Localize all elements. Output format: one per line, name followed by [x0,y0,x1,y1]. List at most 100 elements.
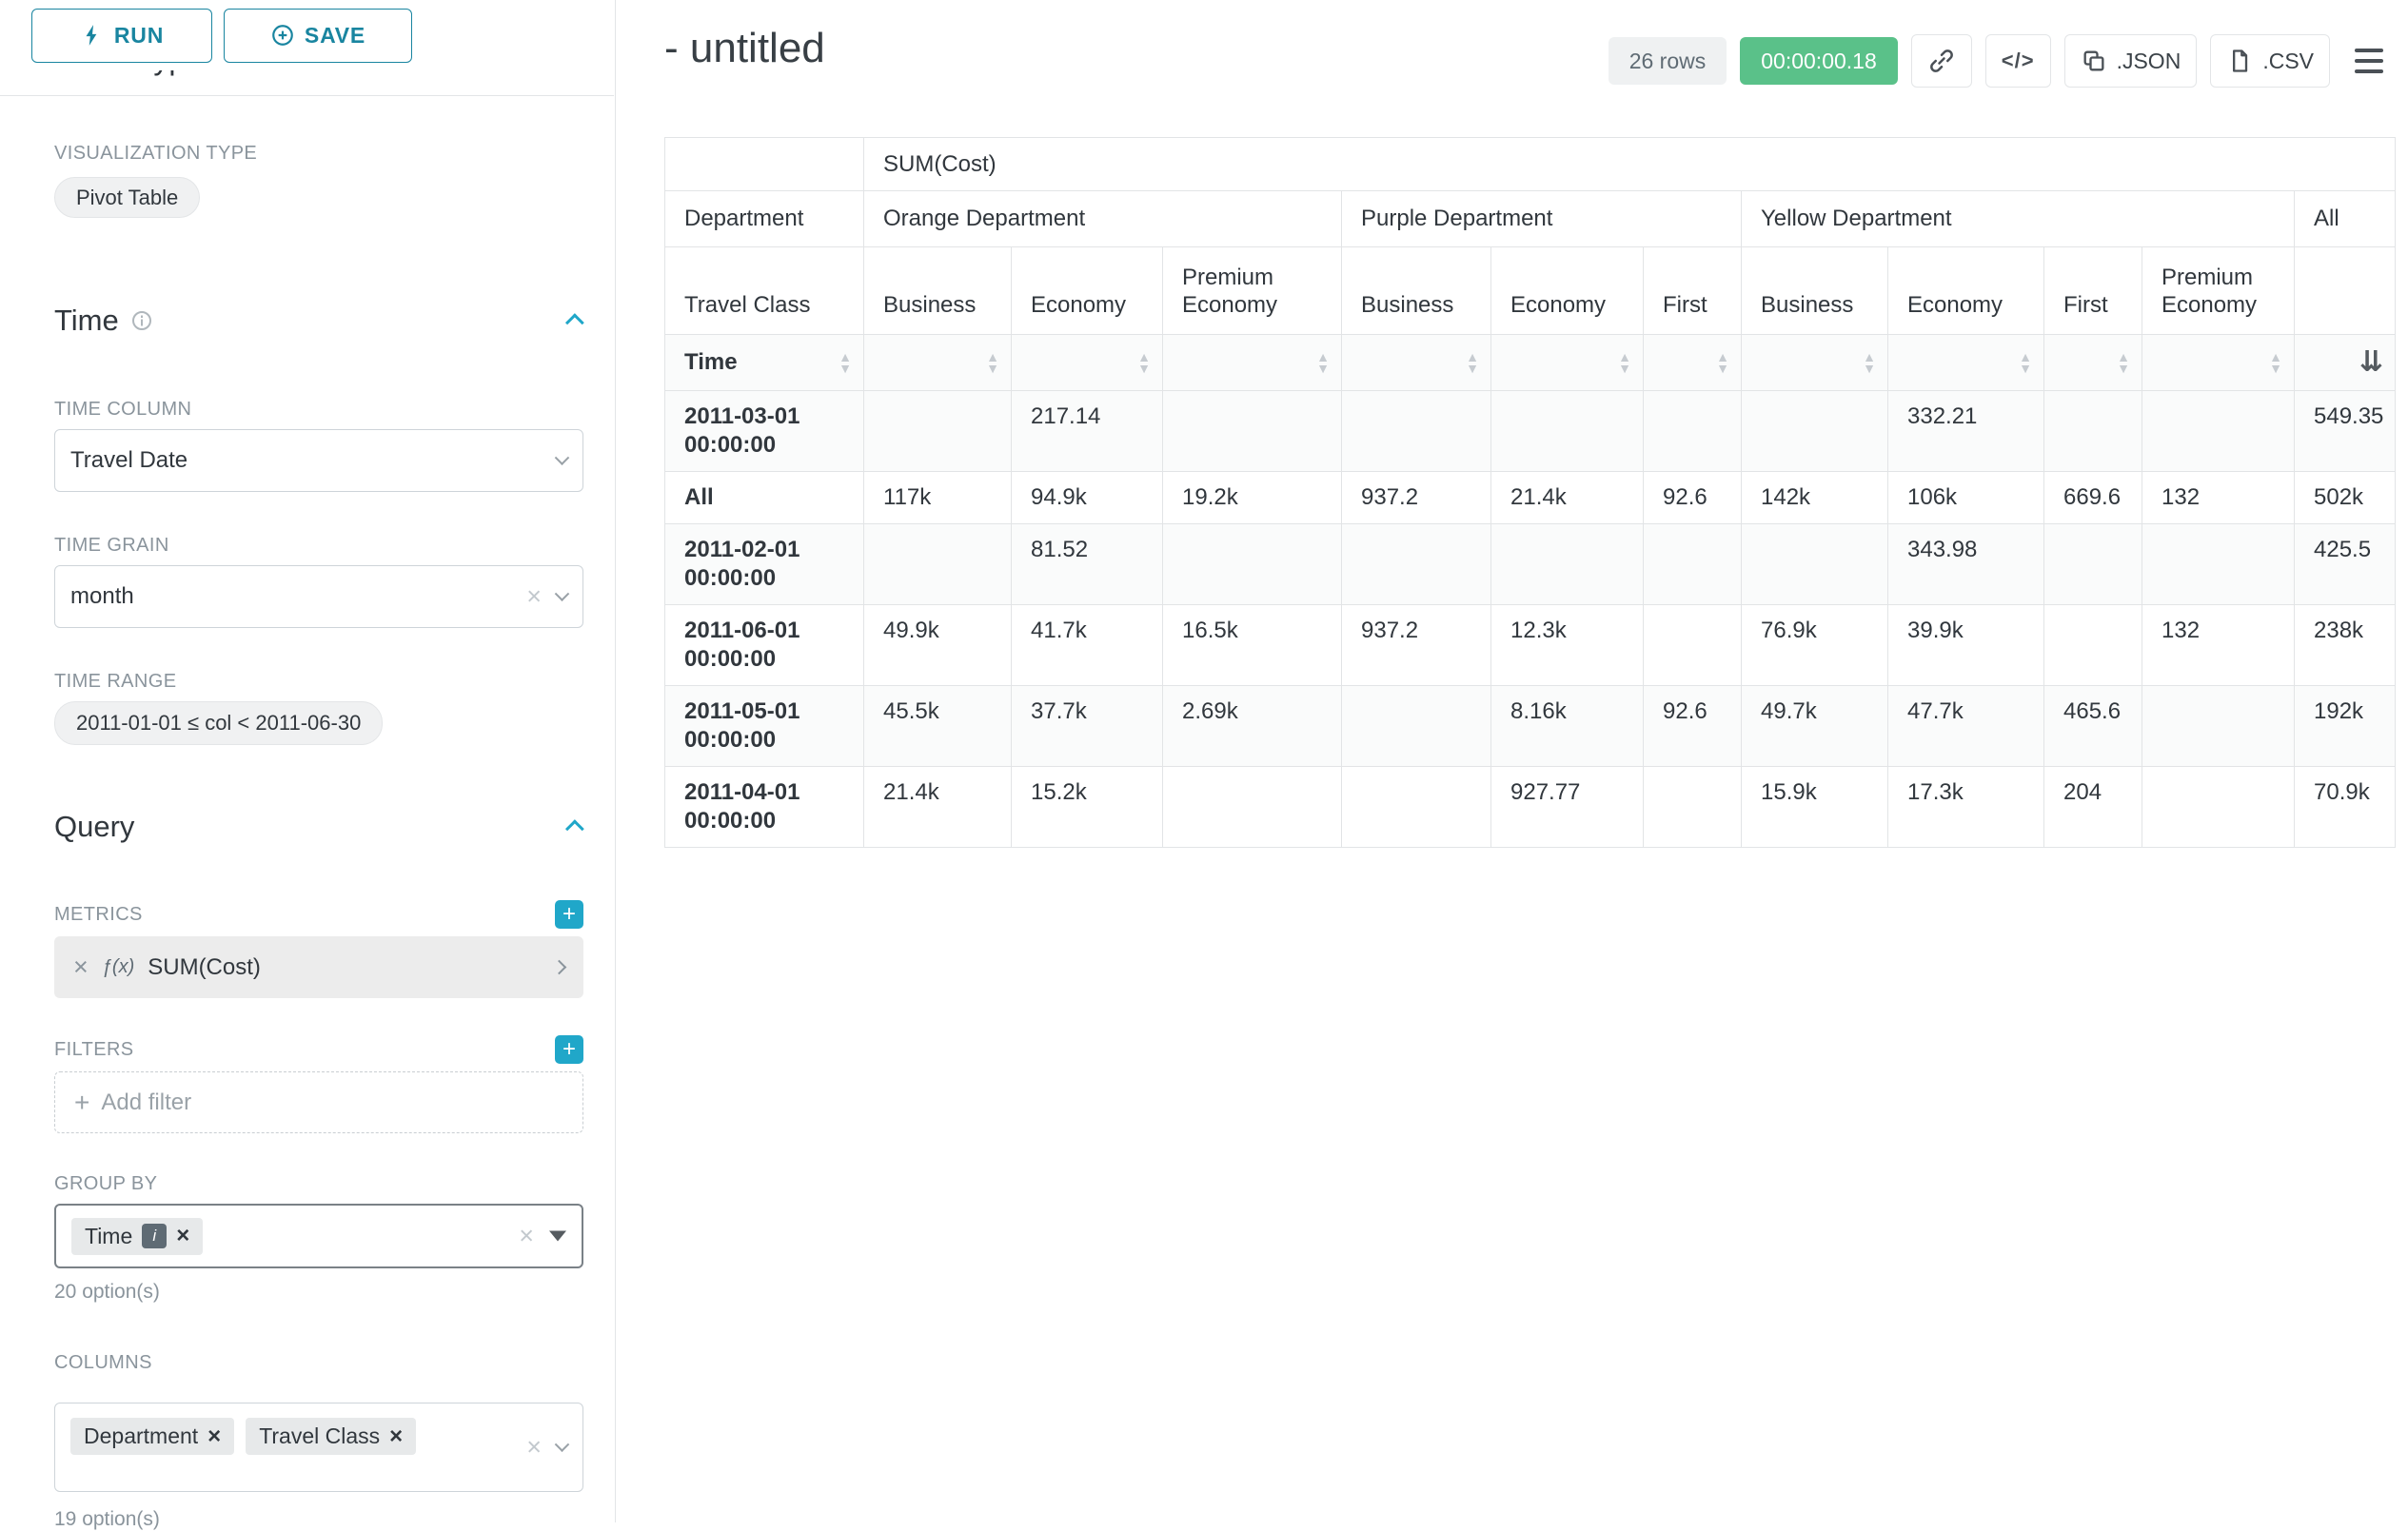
save-button[interactable]: SAVE [224,9,412,63]
data-cell: 332.21 [1888,391,2044,472]
json-label: .JSON [2117,49,2181,74]
data-cell: 106k [1888,472,2044,524]
data-cell: 2.69k [1163,686,1342,767]
sort-cell: ▲▼ [2044,335,2142,391]
collapse-query-icon[interactable] [565,819,584,838]
corner-cell [665,138,864,191]
col-header [2295,247,2396,335]
data-cell: 39.9k [1888,605,2044,686]
results-toolbar: 26 rows 00:00:00.18 </> .JSON .CSV [664,34,2395,88]
run-button[interactable]: RUN [31,9,212,63]
data-cell: 937.2 [1342,472,1491,524]
chip-label: Department [84,1423,198,1449]
sort-icon[interactable]: ▲▼ [1137,351,1151,374]
time-header: Time▲▼ [665,335,864,391]
chevron-down-icon [555,450,570,465]
sort-icon[interactable]: ▲▼ [2117,351,2130,374]
table-row: 2011-05-01 00:00:0045.5k37.7k2.69k8.16k9… [665,686,2396,767]
sort-icon[interactable]: ▲▼ [839,351,852,374]
sort-icon[interactable]: ▲▼ [1466,351,1479,374]
sort-icon[interactable]: ▲▼ [1618,351,1631,374]
data-cell: 92.6 [1644,472,1742,524]
query-section-header: Query [54,809,583,845]
col-header: First [2044,247,2142,335]
data-cell [2142,391,2295,472]
data-cell [1163,767,1342,848]
group-by-select[interactable]: Time i × × [54,1204,583,1268]
sort-cell: ▲▼ [1491,335,1644,391]
col-header: Economy [1491,247,1644,335]
time-grain-label: TIME GRAIN [54,535,583,556]
data-cell: 669.6 [2044,472,2142,524]
metrics-header-row: METRICS + [54,900,583,929]
sort-icon[interactable]: ▲▼ [2269,351,2282,374]
sort-icon[interactable]: ▲▼ [2019,351,2032,374]
time-grain-value: month [70,583,134,610]
metric-chip[interactable]: × ƒ(x) SUM(Cost) [54,936,583,998]
sort-cell: ⇊ [2295,335,2396,391]
add-filter-button[interactable]: + [555,1035,583,1064]
sort-cell: ▲▼ [1742,335,1888,391]
hamburger-icon [2355,49,2383,52]
col-group-header: Purple Department [1342,191,1742,247]
col-header: Business [1342,247,1491,335]
row-label: 2011-05-01 00:00:00 [665,686,864,767]
metric-name: SUM(Cost) [148,954,261,981]
control-panel: Chart Type RUN SAVE VISUALIZATION TYPE P… [0,0,616,1522]
table-row: All117k94.9k19.2k937.221.4k92.6142k106k6… [665,472,2396,524]
data-cell: 94.9k [1012,472,1163,524]
add-filter-dropzone[interactable]: + Add filter [54,1071,583,1133]
data-cell [2044,391,2142,472]
group-by-chip[interactable]: Time i × [71,1218,203,1255]
remove-metric-icon[interactable]: × [73,952,89,982]
columns-select[interactable]: Department × Travel Class × × [54,1403,583,1492]
visualization-type-value[interactable]: Pivot Table [54,177,200,218]
columns-chip[interactable]: Travel Class × [246,1418,416,1455]
remove-chip-icon[interactable]: × [389,1427,403,1446]
time-section-header: Time [54,303,583,339]
plus-icon: + [563,901,576,928]
department-header: Department [665,191,864,247]
data-cell: 76.9k [1742,605,1888,686]
data-cell: 132 [2142,605,2295,686]
clear-icon[interactable]: × [526,1435,542,1461]
chip-label: Travel Class [259,1423,380,1449]
export-json-button[interactable]: .JSON [2064,34,2198,88]
query-section-title: Query [54,810,134,844]
remove-chip-icon[interactable]: × [207,1427,221,1446]
group-by-options-hint: 20 option(s) [54,1281,583,1302]
code-icon: </> [2002,49,2035,73]
sort-desc-icon[interactable]: ⇊ [2359,348,2383,377]
collapse-time-icon[interactable] [565,313,584,332]
data-cell: 502k [2295,472,2396,524]
data-cell [864,391,1012,472]
sort-icon[interactable]: ▲▼ [1716,351,1729,374]
time-column-select[interactable]: Travel Date [54,429,583,492]
divider [0,95,614,96]
filters-label: FILTERS [54,1039,134,1060]
time-grain-select[interactable]: month × [54,565,583,628]
sort-icon[interactable]: ▲▼ [986,351,999,374]
csv-label: .CSV [2262,49,2314,74]
sort-icon[interactable]: ▲▼ [1863,351,1876,374]
add-metric-button[interactable]: + [555,900,583,929]
run-label: RUN [114,23,164,49]
time-range-value[interactable]: 2011-01-01 ≤ col < 2011-06-30 [54,701,383,745]
plus-icon: + [563,1036,576,1063]
row-label: 2011-06-01 00:00:00 [665,605,864,686]
col-header: Premium Economy [2142,247,2295,335]
export-csv-button[interactable]: .CSV [2210,34,2330,88]
clear-icon[interactable]: × [519,1224,534,1249]
data-cell: 92.6 [1644,686,1742,767]
columns-options-hint: 19 option(s) [54,1508,583,1529]
remove-chip-icon[interactable]: × [176,1227,189,1246]
plus-circle-icon [270,23,295,48]
sort-icon[interactable]: ▲▼ [1316,351,1330,374]
all-col-header: All [2295,191,2396,247]
clear-icon[interactable]: × [526,584,542,610]
columns-chip[interactable]: Department × [70,1418,234,1455]
menu-button[interactable] [2343,34,2395,88]
share-link-button[interactable] [1911,34,1972,88]
embed-code-button[interactable]: </> [1985,34,2051,88]
col-group-header: Orange Department [864,191,1342,247]
